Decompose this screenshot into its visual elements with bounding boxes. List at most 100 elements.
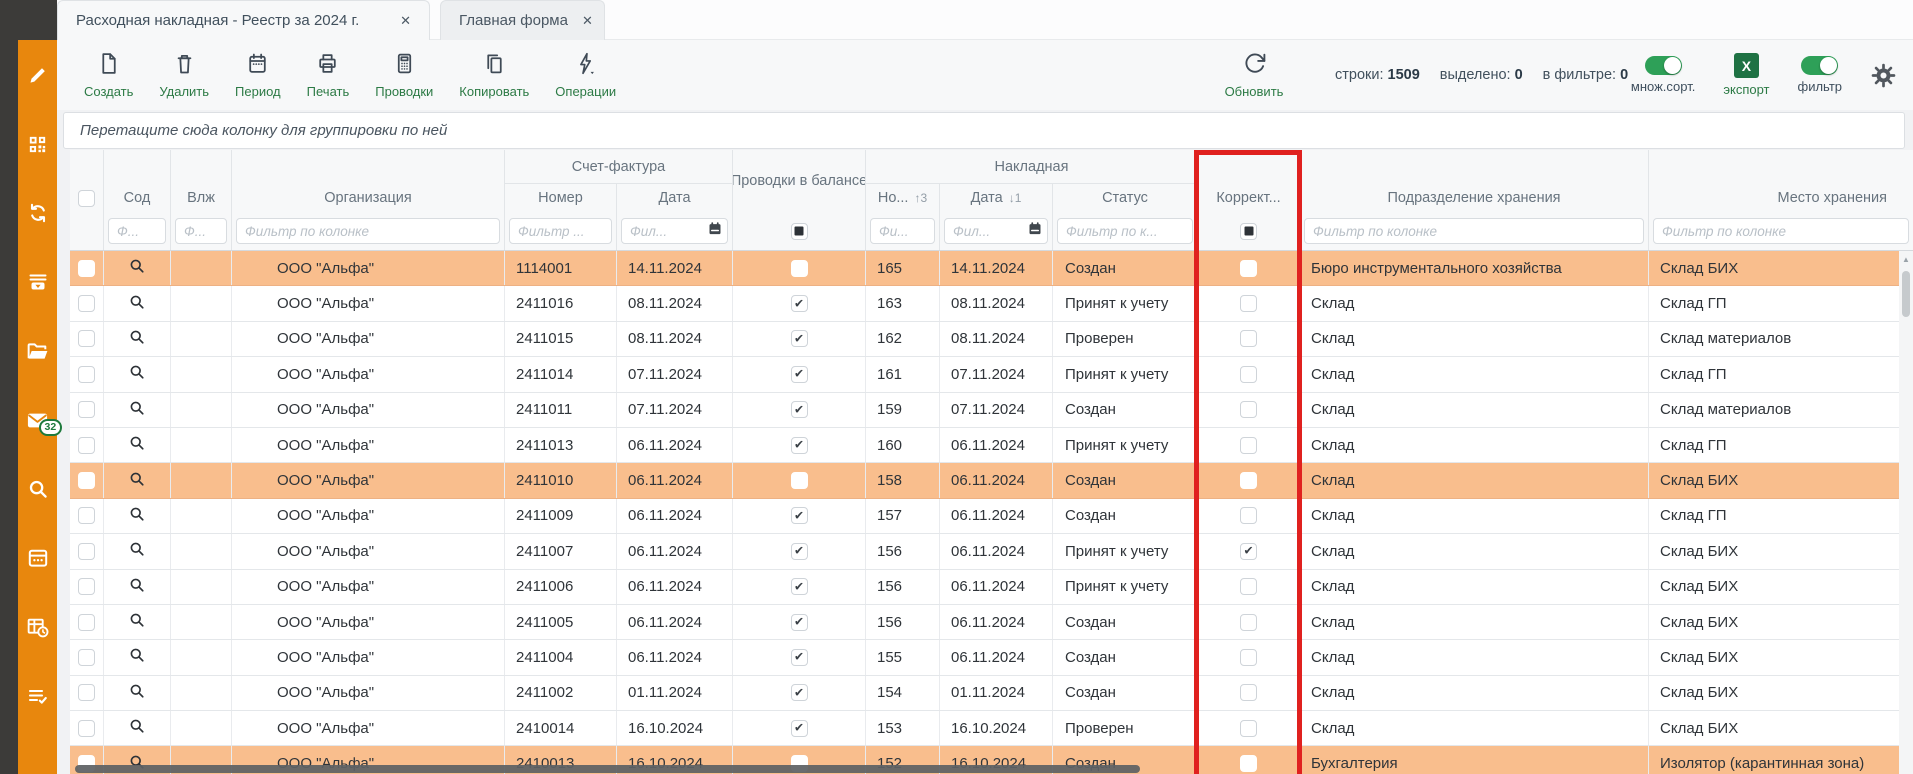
column-header-status[interactable]: Статус	[1053, 184, 1198, 212]
period-button[interactable]: Период	[222, 51, 294, 99]
correction-checkbox[interactable]	[1240, 543, 1257, 560]
postings-checkbox[interactable]	[791, 578, 808, 595]
postings-checkbox[interactable]	[791, 366, 808, 383]
postings-filter-checkbox[interactable]	[791, 223, 808, 240]
sidebar-item-reports[interactable]	[25, 614, 51, 640]
correction-checkbox[interactable]	[1240, 649, 1257, 666]
correction-checkbox[interactable]	[1240, 437, 1257, 454]
tab-document-registry[interactable]: Расходная накладная - Реестр за 2024 г. …	[57, 0, 430, 40]
row-select-checkbox[interactable]	[78, 578, 95, 595]
delete-button[interactable]: Удалить	[146, 51, 222, 99]
magnifier-icon[interactable]	[127, 327, 147, 351]
group-header-waybill[interactable]: Накладная	[866, 150, 1198, 184]
correction-checkbox[interactable]	[1240, 720, 1257, 737]
magnifier-icon[interactable]	[127, 681, 147, 705]
table-row[interactable]: ООО "Альфа" 2411009 06.11.2024 157 06.11…	[70, 499, 1913, 534]
postings-checkbox[interactable]	[791, 260, 808, 277]
column-header-postings[interactable]: Проводки в балансе	[733, 150, 866, 212]
correction-checkbox[interactable]	[1240, 295, 1257, 312]
settings-gear-icon[interactable]	[1870, 62, 1897, 89]
column-header-waybill-number[interactable]: Но...↑3	[866, 184, 940, 212]
row-select-checkbox[interactable]	[78, 330, 95, 347]
correction-checkbox[interactable]	[1240, 578, 1257, 595]
correction-checkbox[interactable]	[1240, 684, 1257, 701]
sidebar-item-modules[interactable]	[25, 131, 51, 157]
postings-checkbox[interactable]	[791, 507, 808, 524]
column-header-invoice-date[interactable]: Дата	[617, 184, 733, 212]
row-select-checkbox[interactable]	[78, 366, 95, 383]
table-row[interactable]: ООО "Альфа" 2411007 06.11.2024 156 06.11…	[70, 534, 1913, 569]
sidebar-item-sync[interactable]	[25, 200, 51, 226]
column-header-department[interactable]: Подразделение хранения	[1300, 184, 1649, 212]
table-row[interactable]: ООО "Альфа" 2411016 08.11.2024 163 08.11…	[70, 286, 1913, 321]
group-header-invoice[interactable]: Счет-фактура	[505, 150, 733, 184]
table-row[interactable]: ООО "Альфа" 2410014 16.10.2024 153 16.10…	[70, 711, 1913, 746]
magnifier-icon[interactable]	[127, 539, 147, 563]
postings-checkbox[interactable]	[791, 330, 808, 347]
postings-checkbox[interactable]	[791, 295, 808, 312]
vertical-scrollbar-thumb[interactable]	[1902, 271, 1910, 317]
correction-checkbox[interactable]	[1240, 260, 1257, 277]
sidebar-item-search[interactable]	[25, 476, 51, 502]
magnifier-icon[interactable]	[127, 645, 147, 669]
sidebar-item-edit[interactable]	[25, 62, 51, 88]
postings-checkbox[interactable]	[791, 684, 808, 701]
department-filter-input[interactable]	[1304, 218, 1644, 244]
close-icon[interactable]: ✕	[582, 13, 593, 29]
horizontal-scrollbar-thumb[interactable]	[75, 765, 1140, 773]
correction-checkbox[interactable]	[1240, 366, 1257, 383]
magnifier-icon[interactable]	[127, 504, 147, 528]
postings-checkbox[interactable]	[791, 437, 808, 454]
sidebar-item-print-queue[interactable]	[25, 269, 51, 295]
row-select-checkbox[interactable]	[78, 649, 95, 666]
correction-checkbox[interactable]	[1240, 401, 1257, 418]
correction-checkbox[interactable]	[1240, 507, 1257, 524]
invoice-number-filter-input[interactable]	[509, 218, 612, 244]
refresh-button[interactable]: Обновить	[1212, 40, 1296, 110]
sidebar-item-tasks[interactable]	[25, 683, 51, 709]
row-select-checkbox[interactable]	[78, 507, 95, 524]
row-select-checkbox[interactable]	[78, 543, 95, 560]
scroll-up-icon[interactable]: ▲	[1899, 251, 1913, 264]
multisort-toggle[interactable]	[1645, 56, 1682, 75]
magnifier-icon[interactable]	[127, 575, 147, 599]
column-header-org[interactable]: Организация	[232, 184, 505, 212]
vlzh-filter-input[interactable]	[175, 218, 227, 244]
table-row[interactable]: ООО "Альфа" 2411006 06.11.2024 156 06.11…	[70, 570, 1913, 605]
table-row[interactable]: ООО "Альфа" 2411015 08.11.2024 162 08.11…	[70, 322, 1913, 357]
table-row[interactable]: ООО "Альфа" 2411002 01.11.2024 154 01.11…	[70, 676, 1913, 711]
operations-button[interactable]: Операции	[542, 51, 629, 99]
row-select-checkbox[interactable]	[78, 614, 95, 631]
row-select-checkbox[interactable]	[78, 720, 95, 737]
column-header-correction[interactable]: Коррект...	[1198, 184, 1300, 212]
row-select-checkbox[interactable]	[78, 295, 95, 312]
magnifier-icon[interactable]	[127, 433, 147, 457]
magnifier-icon[interactable]	[127, 398, 147, 422]
correction-checkbox[interactable]	[1240, 614, 1257, 631]
row-select-checkbox[interactable]	[78, 260, 95, 277]
correction-checkbox[interactable]	[1240, 755, 1257, 772]
create-button[interactable]: Создать	[71, 51, 146, 99]
location-filter-input[interactable]	[1653, 218, 1909, 244]
magnifier-icon[interactable]	[127, 610, 147, 634]
row-select-checkbox[interactable]	[78, 401, 95, 418]
column-header-vlzh[interactable]: Влж	[171, 184, 232, 212]
table-row[interactable]: ООО "Альфа" 2411004 06.11.2024 155 06.11…	[70, 640, 1913, 675]
table-row[interactable]: ООО "Альфа" 2411014 07.11.2024 161 07.11…	[70, 357, 1913, 392]
postings-checkbox[interactable]	[791, 649, 808, 666]
copy-button[interactable]: Копировать	[446, 51, 542, 99]
sidebar-item-calendar[interactable]	[25, 545, 51, 571]
row-select-checkbox[interactable]	[78, 437, 95, 454]
table-row[interactable]: ООО "Альфа" 2411010 06.11.2024 158 06.11…	[70, 463, 1913, 498]
table-row[interactable]: ООО "Альфа" 2411013 06.11.2024 160 06.11…	[70, 428, 1913, 463]
export-control[interactable]: X экспорт	[1723, 53, 1769, 97]
table-row[interactable]: ООО "Альфа" 1114001 14.11.2024 165 14.11…	[70, 251, 1913, 286]
group-by-dropzone[interactable]: Перетащите сюда колонку для группировки …	[63, 112, 1905, 149]
postings-checkbox[interactable]	[791, 401, 808, 418]
column-header-waybill-date[interactable]: Дата↓1	[940, 184, 1053, 212]
sidebar-item-mail[interactable]: 32	[25, 407, 51, 433]
vertical-scrollbar[interactable]: ▲	[1899, 251, 1913, 774]
tab-main-form[interactable]: Главная форма ✕	[440, 0, 605, 40]
correction-checkbox[interactable]	[1240, 330, 1257, 347]
magnifier-icon[interactable]	[127, 469, 147, 493]
